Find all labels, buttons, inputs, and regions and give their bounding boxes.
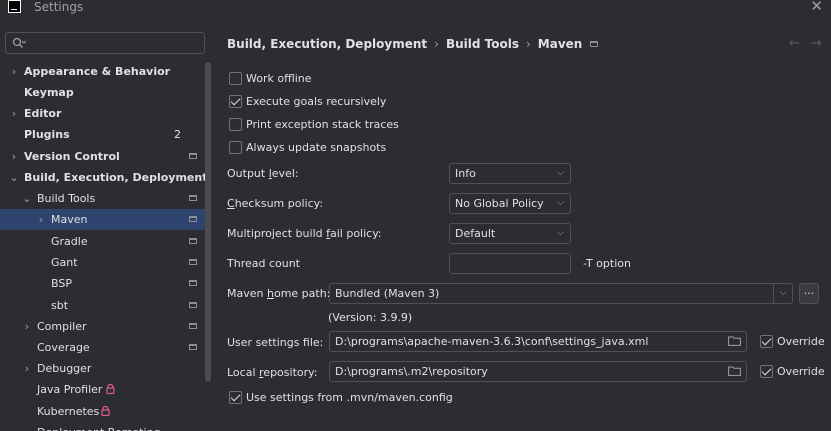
sidebar-item-build-tools[interactable]: ⌄ Build Tools <box>0 188 211 209</box>
checkbox-box[interactable] <box>229 141 242 154</box>
local-repository-input[interactable]: D:\programs\.m2\repository <box>329 361 747 382</box>
chevron-right-icon: › <box>24 320 30 333</box>
chevron-down-icon: ⌵ <box>557 168 564 178</box>
checkbox-box[interactable] <box>229 72 242 85</box>
browse-maven-home-button[interactable]: ... <box>799 283 819 304</box>
folder-icon[interactable] <box>728 336 741 346</box>
thread-count-input[interactable] <box>449 253 571 274</box>
search-icon <box>12 37 26 48</box>
close-icon[interactable]: ✕ <box>810 0 823 14</box>
chevron-down-icon: ⌄ <box>22 192 32 205</box>
chevron-down-icon: ⌵ <box>557 228 564 238</box>
sidebar-item-java-profiler[interactable]: Java Profiler <box>0 379 211 400</box>
sidebar-item-sbt[interactable]: sbt <box>0 295 211 316</box>
project-level-icon <box>189 195 197 201</box>
checkbox-box[interactable] <box>760 335 773 348</box>
project-level-icon <box>189 238 197 244</box>
sidebar-item-bsp[interactable]: BSP <box>0 273 211 294</box>
chevron-right-icon: › <box>11 65 17 78</box>
breadcrumb-item[interactable]: Build, Execution, Deployment <box>227 37 427 51</box>
checksum-policy-label: Checksum policy: <box>227 197 324 210</box>
chevron-right-icon: › <box>24 362 30 375</box>
sidebar-item-maven[interactable]: › Maven <box>0 209 211 230</box>
sidebar-item-version-control[interactable]: › Version Control <box>0 146 211 167</box>
project-level-icon <box>189 216 197 222</box>
maven-home-path-combobox[interactable]: Bundled (Maven 3) <box>329 283 774 304</box>
output-level-label: Output level: <box>227 167 299 180</box>
user-settings-file-label: User settings file: <box>227 336 324 349</box>
breadcrumb: Build, Execution, Deployment › Build Tools… <box>227 37 599 51</box>
sidebar-item-build-execution-deployment[interactable]: ⌄ Build, Execution, Deployment <box>0 167 211 188</box>
maven-settings-panel: Build, Execution, Deployment › Build Tools… <box>211 22 831 431</box>
chevron-down-icon: ⌄ <box>9 171 19 184</box>
forward-arrow-icon[interactable]: → <box>811 36 822 51</box>
chevron-down-icon: ⌵ <box>557 198 564 208</box>
sidebar-item-debugger[interactable]: › Debugger <box>0 358 211 379</box>
sidebar-item-coverage[interactable]: Coverage <box>0 337 211 358</box>
breadcrumb-separator-icon: › <box>525 37 531 51</box>
project-level-icon <box>189 344 197 350</box>
sidebar-item-appearance-behavior[interactable]: › Appearance & Behavior <box>0 61 211 82</box>
project-level-icon <box>189 323 197 329</box>
sidebar-item-gant[interactable]: Gant <box>0 252 211 273</box>
checkbox-box[interactable] <box>229 391 242 404</box>
project-level-icon <box>189 302 197 308</box>
thread-count-label: Thread count <box>227 257 300 270</box>
sidebar-item-kubernetes[interactable]: Kubernetes <box>0 401 211 422</box>
project-level-icon <box>189 153 197 159</box>
title-bar: Settings ✕ <box>0 0 831 22</box>
sidebar-item-keymap[interactable]: Keymap <box>0 82 211 103</box>
checkbox-box[interactable] <box>229 118 242 131</box>
checkbox-box[interactable] <box>760 365 773 378</box>
plugins-update-count-badge: 2 <box>174 128 181 141</box>
sidebar-item-gradle[interactable]: Gradle <box>0 231 211 252</box>
intellij-logo-icon <box>8 0 21 13</box>
output-level-select[interactable]: Info ⌵ <box>449 163 571 184</box>
sidebar-item-plugins[interactable]: Plugins 2 <box>0 124 211 145</box>
window-title: Settings <box>34 0 84 14</box>
sidebar-item-compiler[interactable]: › Compiler <box>0 316 211 337</box>
chevron-right-icon: › <box>22 422 32 431</box>
chevron-right-icon: › <box>11 107 17 120</box>
lock-icon <box>106 384 115 394</box>
breadcrumb-item: Maven <box>537 37 583 51</box>
project-level-icon <box>189 280 197 286</box>
multiproject-fail-policy-select[interactable]: Default ⌵ <box>449 223 571 244</box>
thread-count-suffix: -T option <box>583 257 631 270</box>
sidebar-item-deployment-remoting[interactable]: › Deployment Remoting <box>0 422 211 431</box>
project-level-icon <box>590 41 599 47</box>
project-level-icon <box>189 259 197 265</box>
checksum-policy-select[interactable]: No Global Policy ⌵ <box>449 193 571 214</box>
breadcrumb-separator-icon: › <box>434 37 439 51</box>
folder-icon[interactable] <box>728 366 741 376</box>
checkbox-box[interactable] <box>229 95 242 108</box>
local-repository-label: Local repository: <box>227 366 318 379</box>
chevron-down-icon[interactable]: ⌵ <box>774 283 793 304</box>
maven-home-path-label: Maven home path: <box>227 287 331 300</box>
chevron-right-icon: › <box>38 213 44 226</box>
search-input[interactable] <box>5 32 205 54</box>
back-arrow-icon[interactable]: ← <box>789 36 800 51</box>
lock-icon <box>101 406 110 416</box>
chevron-right-icon: › <box>11 150 17 163</box>
breadcrumb-item[interactable]: Build Tools <box>446 37 519 51</box>
multiproject-fail-policy-label: Multiproject build fail policy: <box>227 227 382 240</box>
maven-version-note: (Version: 3.9.9) <box>328 311 413 324</box>
user-settings-file-input[interactable]: D:\programs\apache-maven-3.6.3\conf\sett… <box>329 331 747 352</box>
sidebar-item-editor[interactable]: › Editor <box>0 103 211 124</box>
settings-sidebar: › Appearance & Behavior Keymap › Editor … <box>0 22 211 431</box>
